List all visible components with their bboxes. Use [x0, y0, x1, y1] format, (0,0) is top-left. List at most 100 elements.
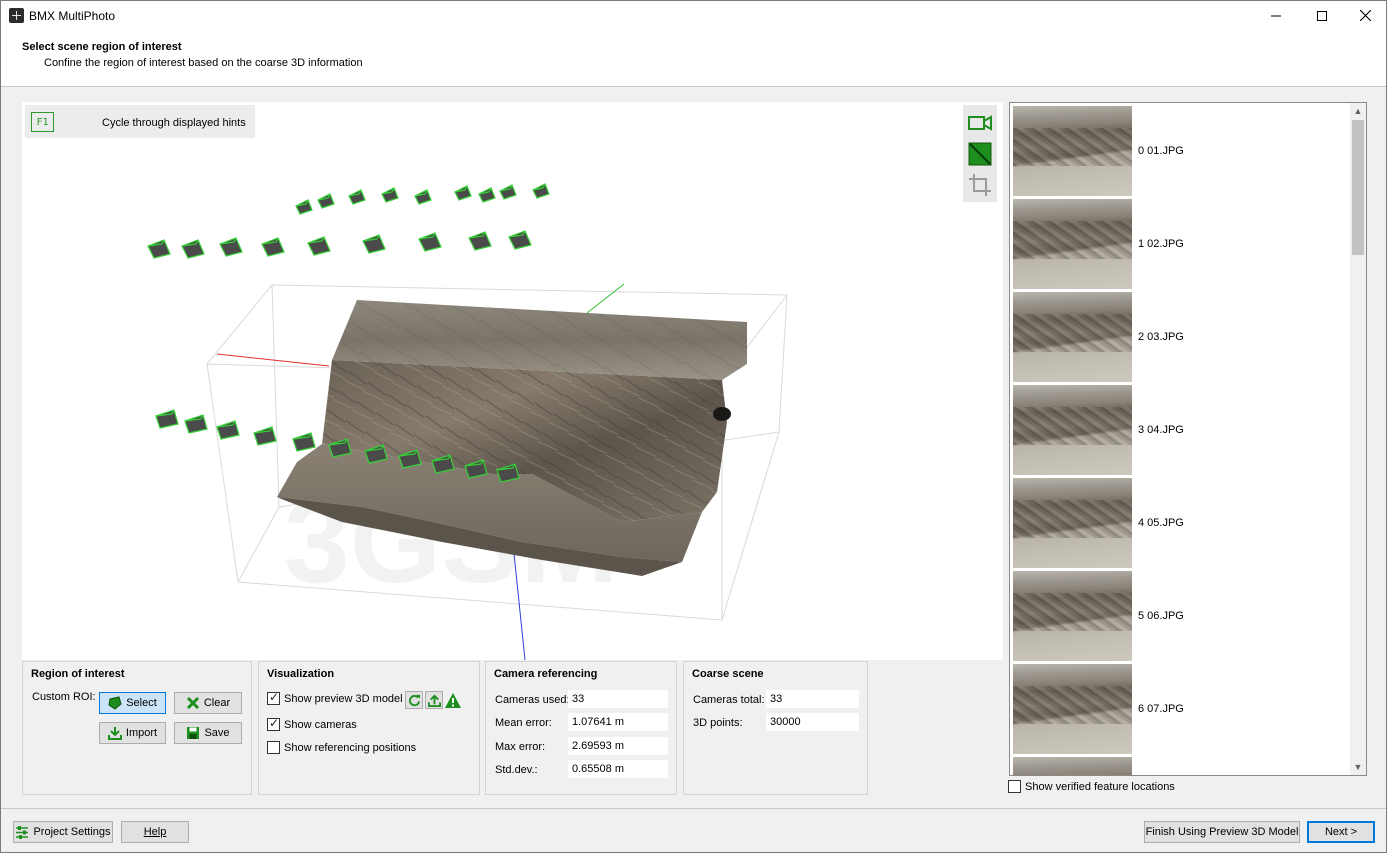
import-icon	[107, 727, 122, 740]
thumbnail-item[interactable]: 2 03.JPG	[1013, 292, 1343, 382]
scroll-up-icon[interactable]: ▲	[1350, 103, 1366, 119]
import-roi-button[interactable]: Import	[99, 722, 166, 744]
thumbnail-item[interactable]: 0 01.JPG	[1013, 106, 1343, 196]
save-roi-label: Save	[204, 727, 230, 739]
step-title: Select scene region of interest	[22, 41, 182, 53]
thumbnail-image	[1013, 664, 1132, 754]
clear-x-icon	[186, 696, 199, 710]
crop-icon	[969, 174, 991, 196]
thumbnail-image	[1013, 571, 1132, 661]
settings-sliders-icon	[16, 825, 29, 839]
footer-divider	[1, 808, 1386, 809]
help-button[interactable]: Help	[121, 821, 189, 843]
show-cameras-checkbox[interactable]	[267, 716, 280, 731]
preview-actions	[405, 691, 461, 709]
max-error-value: 2.69593 m	[568, 737, 668, 755]
project-settings-button[interactable]: Project Settings	[13, 821, 113, 843]
show-verified-label: Show verified feature locations	[1025, 780, 1175, 793]
region-of-interest-group: Region of interest Custom ROI: Select Cl…	[22, 661, 252, 795]
visualization-group-title: Visualization	[267, 668, 335, 680]
max-error-label: Max error:	[495, 741, 546, 753]
polygon-select-icon	[108, 696, 122, 710]
step-subtitle: Confine the region of interest based on …	[44, 57, 363, 69]
3d-points-value: 30000	[766, 713, 859, 731]
refresh-preview-button[interactable]	[405, 691, 423, 709]
scroll-down-icon[interactable]: ▼	[1350, 759, 1366, 775]
hint-box: F1 Cycle through displayed hints	[25, 105, 255, 138]
thumbnail-image	[1013, 385, 1132, 475]
maximize-button[interactable]	[1300, 1, 1344, 30]
thumbnail-item[interactable]: 6 07.JPG	[1013, 664, 1343, 754]
visualization-group: Visualization Show preview 3D model Show…	[258, 661, 480, 795]
next-label: Next >	[1324, 826, 1358, 838]
app-icon	[9, 8, 24, 23]
camera-view-icon	[968, 115, 992, 131]
roi-group-title: Region of interest	[31, 668, 125, 680]
clear-roi-button[interactable]: Clear	[174, 692, 242, 714]
window-title: BMX MultiPhoto	[29, 9, 116, 23]
thumbnail-item[interactable]: 4 05.JPG	[1013, 478, 1343, 568]
thumbnail-label: 1 02.JPG	[1138, 238, 1184, 250]
thumbnail-item[interactable]	[1013, 757, 1343, 775]
3d-viewport[interactable]: 3GSM	[22, 102, 1003, 660]
show-ref-positions-option[interactable]: Show referencing positions	[267, 741, 416, 754]
next-button[interactable]: Next >	[1307, 821, 1375, 843]
main-window: BMX MultiPhoto Select scene region of in…	[0, 0, 1387, 853]
crop-tool-button[interactable]	[966, 171, 994, 199]
thumbnail-image	[1013, 199, 1132, 289]
cameras-total-value: 33	[766, 690, 859, 708]
roi-select-tool-button[interactable]	[966, 140, 994, 168]
close-icon	[1359, 10, 1371, 21]
show-preview-option[interactable]: Show preview 3D model	[267, 690, 403, 705]
maximize-icon	[1317, 10, 1327, 21]
thumbnail-label: 6 07.JPG	[1138, 703, 1184, 715]
show-preview-label: Show preview 3D model	[284, 692, 403, 705]
f1-key-icon: F1	[31, 112, 54, 132]
save-disk-icon	[187, 727, 200, 739]
thumbnail-label: 0 01.JPG	[1138, 145, 1184, 157]
export-preview-button[interactable]	[425, 691, 443, 709]
help-label: Help	[143, 826, 167, 838]
show-ref-positions-label: Show referencing positions	[284, 741, 417, 754]
refresh-icon	[408, 694, 420, 706]
finish-preview-button[interactable]: Finish Using Preview 3D Model	[1144, 821, 1300, 843]
camera-ref-group-title: Camera referencing	[494, 668, 598, 680]
warning-icon[interactable]	[445, 692, 461, 708]
thumbnail-item[interactable]: 3 04.JPG	[1013, 385, 1343, 475]
minimize-icon	[1271, 15, 1281, 16]
camera-view-button[interactable]	[966, 109, 994, 137]
viewport-toolbar	[963, 105, 997, 202]
finish-preview-label: Finish Using Preview 3D Model	[1145, 826, 1299, 838]
thumbnail-item[interactable]: 5 06.JPG	[1013, 571, 1343, 661]
select-roi-button[interactable]: Select	[99, 692, 166, 714]
minimize-button[interactable]	[1254, 1, 1298, 30]
show-cameras-option[interactable]: Show cameras	[267, 716, 357, 731]
thumbnail-label: 5 06.JPG	[1138, 610, 1184, 622]
thumbnail-label: 2 03.JPG	[1138, 331, 1184, 343]
show-preview-checkbox[interactable]	[267, 690, 280, 705]
clear-roi-label: Clear	[203, 697, 231, 709]
3d-scene[interactable]: 3GSM	[22, 102, 1003, 660]
camera-referencing-group: Camera referencing Cameras used: 33 Mean…	[485, 661, 677, 795]
close-button[interactable]	[1343, 1, 1387, 30]
title-bar: BMX MultiPhoto	[1, 1, 1386, 30]
coarse-scene-group: Coarse scene Cameras total: 33 3D points…	[683, 661, 868, 795]
std-dev-value: 0.65508 m	[568, 760, 668, 778]
thumbnail-image	[1013, 478, 1132, 568]
thumbnail-scrollbar[interactable]: ▲ ▼	[1350, 103, 1366, 775]
custom-roi-label: Custom ROI:	[32, 691, 96, 703]
image-thumbnail-list[interactable]: 0 01.JPG 1 02.JPG 2 03.JPG 3 04.JPG 4 05…	[1009, 102, 1367, 776]
show-verified-checkbox[interactable]	[1008, 780, 1021, 793]
roi-select-icon	[968, 142, 992, 166]
upload-icon	[427, 694, 441, 707]
thumbnail-item[interactable]: 1 02.JPG	[1013, 199, 1343, 289]
cameras-used-value: 33	[568, 690, 668, 708]
thumbnail-image	[1013, 292, 1132, 382]
coarse-scene-group-title: Coarse scene	[692, 668, 764, 680]
save-roi-button[interactable]: Save	[174, 722, 242, 744]
show-verified-option[interactable]: Show verified feature locations	[1008, 780, 1175, 793]
std-dev-label: Std.dev.:	[495, 764, 538, 776]
3d-points-label: 3D points:	[693, 717, 743, 729]
show-ref-positions-checkbox[interactable]	[267, 741, 280, 754]
scrollbar-thumb[interactable]	[1352, 120, 1364, 255]
